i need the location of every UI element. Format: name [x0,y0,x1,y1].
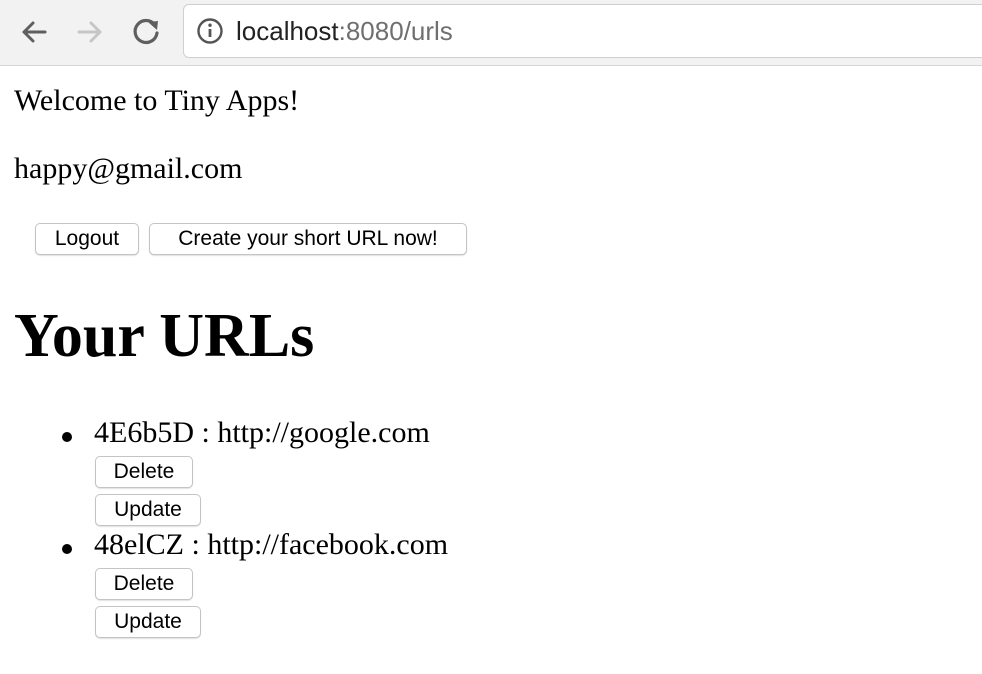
delete-button[interactable]: Delete [95,568,193,600]
back-arrow-icon [22,21,47,43]
address-url[interactable]: localhost:8080/urls [236,16,453,47]
back-button[interactable] [16,14,52,50]
url-host: localhost [236,16,339,46]
browser-toolbar: localhost:8080/urls [0,0,982,66]
forward-button[interactable] [72,14,108,50]
url-path: :8080/urls [338,16,453,46]
logout-button[interactable]: Logout [35,223,139,255]
reload-button[interactable] [128,14,164,50]
page-title: Your URLs [14,302,315,370]
url-entry-text: 48elCZ : http://facebook.com [94,528,449,561]
update-button[interactable]: Update [95,494,201,526]
forward-arrow-icon [77,21,102,43]
update-button[interactable]: Update [95,606,201,638]
list-item: 4E6b5D : http://google.com Delete Update [14,416,714,528]
reload-icon [133,18,159,45]
create-short-url-button[interactable]: Create your short URL now! [149,223,467,255]
list-item: 48elCZ : http://facebook.com Delete Upda… [14,528,714,640]
welcome-text: Welcome to Tiny Apps! [14,84,300,117]
address-bar[interactable]: localhost:8080/urls [183,4,982,58]
url-entry-text: 4E6b5D : http://google.com [94,416,430,449]
delete-button[interactable]: Delete [95,456,193,488]
bullet-icon [62,544,72,554]
bullet-icon [62,432,72,442]
user-email: happy@gmail.com [14,152,243,185]
page-content: Welcome to Tiny Apps! happy@gmail.com Lo… [14,66,982,674]
info-icon[interactable] [196,17,224,45]
